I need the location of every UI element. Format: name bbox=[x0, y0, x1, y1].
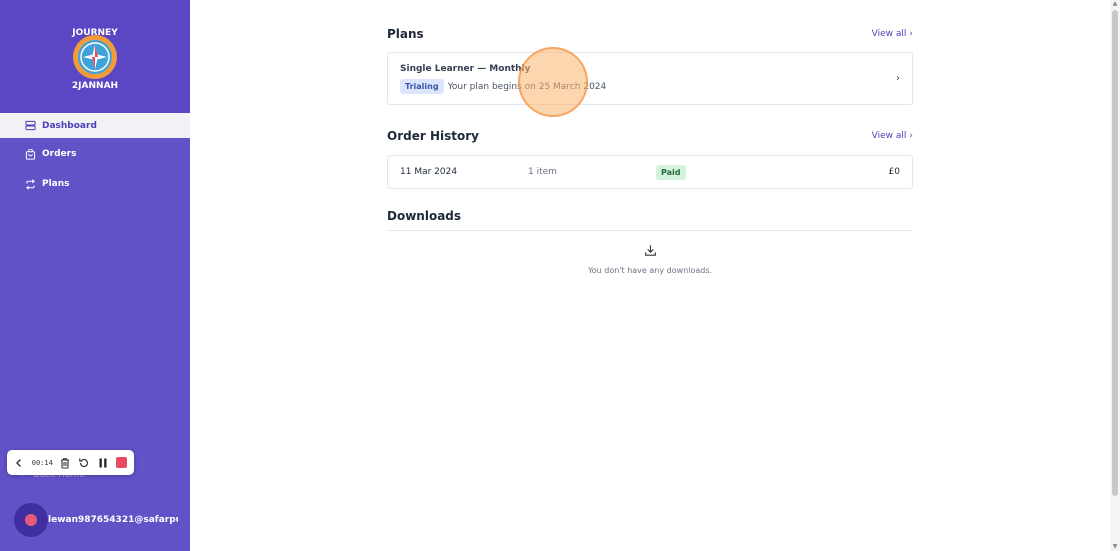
sidebar-item-dashboard[interactable]: Dashboard bbox=[0, 113, 190, 138]
screen-recorder-toolbar: 00:14 bbox=[7, 450, 134, 475]
orders-view-all-link[interactable]: View all › bbox=[872, 131, 913, 141]
pause-icon[interactable] bbox=[96, 456, 109, 470]
chevron-left-icon[interactable] bbox=[13, 456, 26, 470]
chevron-right-icon: › bbox=[896, 73, 900, 84]
click-highlight bbox=[518, 47, 588, 117]
sidebar-nav: Dashboard Orders Plans bbox=[0, 113, 190, 198]
sidebar-item-label: Plans bbox=[42, 179, 70, 189]
view-all-label: View all bbox=[871, 29, 907, 39]
sidebar-item-orders[interactable]: Orders bbox=[0, 140, 190, 168]
scroll-thumb[interactable] bbox=[1112, 10, 1118, 496]
shopping-bag-icon bbox=[24, 148, 36, 160]
plans-header: Plans View all › bbox=[387, 27, 913, 41]
download-icon bbox=[644, 245, 656, 256]
status-badge: Paid bbox=[656, 165, 686, 180]
plan-status-line: Trialing Your plan begins on 25 March 20… bbox=[400, 79, 900, 94]
scrollbar[interactable]: ▲ ▼ bbox=[1110, 0, 1120, 551]
recording-timer: 00:14 bbox=[31, 458, 53, 467]
logo-area: JOURNEY 2JANNAH bbox=[0, 0, 190, 113]
user-email: lewan987654321@safarpublic... bbox=[48, 515, 178, 525]
downloads-empty-text: You don't have any downloads. bbox=[587, 266, 713, 275]
sidebar-item-label: Orders bbox=[42, 149, 77, 159]
scroll-down-icon[interactable]: ▼ bbox=[1111, 543, 1119, 551]
svg-text:2JANNAH: 2JANNAH bbox=[72, 81, 118, 91]
status-badge: Trialing bbox=[400, 79, 444, 94]
plan-card[interactable]: Single Learner — Monthly Trialing Your p… bbox=[387, 52, 913, 105]
journey-2-jannah-logo[interactable]: JOURNEY 2JANNAH bbox=[59, 21, 131, 93]
server-icon bbox=[24, 120, 36, 132]
scroll-up-icon[interactable]: ▲ bbox=[1111, 0, 1119, 8]
plan-name: Single Learner — Monthly bbox=[400, 64, 531, 74]
divider bbox=[387, 230, 913, 231]
trash-icon[interactable] bbox=[59, 456, 72, 470]
repeat-icon bbox=[24, 178, 36, 190]
avatar bbox=[14, 503, 48, 537]
chevron-right-icon: › bbox=[909, 29, 913, 39]
sidebar-item-plans[interactable]: Plans bbox=[0, 170, 190, 198]
order-history-title: Order History bbox=[387, 129, 479, 143]
view-all-label: View all bbox=[871, 131, 907, 141]
chevron-right-icon: › bbox=[909, 131, 913, 141]
order-item-count: 1 item bbox=[528, 167, 557, 177]
downloads-title: Downloads bbox=[387, 209, 462, 223]
order-history-header: Order History View all › bbox=[387, 129, 913, 143]
plans-title: Plans bbox=[387, 27, 424, 41]
svg-text:JOURNEY: JOURNEY bbox=[71, 28, 118, 38]
stop-icon bbox=[116, 457, 128, 468]
order-total: £0 bbox=[888, 167, 900, 177]
table-row[interactable]: 11 Mar 2024 1 item Paid £0 bbox=[387, 155, 913, 189]
stop-recording-button[interactable] bbox=[115, 456, 128, 470]
plans-view-all-link[interactable]: View all › bbox=[872, 29, 913, 39]
order-date: 11 Mar 2024 bbox=[400, 167, 458, 177]
restart-icon[interactable] bbox=[78, 456, 91, 470]
user-menu[interactable]: lewan987654321@safarpublic... bbox=[14, 503, 178, 537]
downloads-empty-state: You don't have any downloads. bbox=[387, 242, 913, 275]
sidebar-item-label: Dashboard bbox=[42, 120, 97, 131]
record-indicator-icon bbox=[25, 514, 37, 526]
